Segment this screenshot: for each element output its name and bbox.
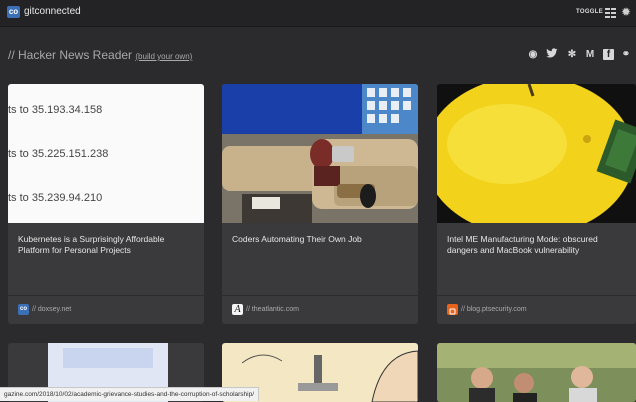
medium-icon[interactable]: M (584, 48, 596, 62)
article-source[interactable]: // doxsey.net (32, 306, 71, 313)
ip-row: ts to 35.225.151.238 (8, 133, 204, 178)
office-photo (222, 84, 418, 223)
github-icon[interactable]: ◉ (527, 48, 539, 62)
toggle-button[interactable]: TOGGLE (576, 9, 603, 15)
article-image[interactable] (437, 343, 636, 402)
atlantic-favicon: A (232, 304, 243, 315)
ip-text: ts to 35.193.34.158 (8, 104, 103, 116)
gear-icon[interactable]: ✹ (621, 6, 631, 18)
twitter-bird-shape (545, 48, 557, 58)
gitconnected-logo[interactable]: co (7, 6, 20, 18)
slack-icon[interactable]: ✻ (566, 48, 578, 62)
article-image[interactable] (222, 84, 418, 223)
ip-row: ts to 35.239.94.210 (8, 177, 204, 221)
link-icon[interactable]: ⚭ (620, 48, 632, 62)
status-bar-url: gazine.com/2018/10/02/academic-grievance… (0, 387, 260, 401)
top-bar: co gitconnected TOGGLE ✹ (0, 0, 636, 27)
doxsey-favicon: co (18, 304, 29, 315)
facebook-icon[interactable]: f (603, 49, 614, 60)
build-your-own-link[interactable]: (build your own) (135, 52, 192, 61)
blogger-icon (449, 308, 456, 315)
ip-text: ts to 35.239.94.210 (8, 192, 103, 204)
ip-text: ts to 35.225.151.238 (8, 148, 109, 160)
article-title[interactable]: Kubernetes is a Surprisingly Affordable … (18, 234, 194, 256)
card-divider (437, 295, 636, 296)
brand-name[interactable]: gitconnected (24, 6, 81, 17)
list-view-icon[interactable] (605, 8, 616, 18)
article-card[interactable] (437, 343, 636, 402)
card-divider (8, 295, 204, 296)
twitter-icon[interactable] (545, 48, 558, 62)
blogger-favicon (447, 304, 458, 315)
article-card[interactable]: Coders Automating Their Own Job A // the… (222, 84, 418, 324)
article-image[interactable] (437, 84, 636, 223)
page-title: // Hacker News Reader (build your own) (8, 48, 192, 62)
apple-chip-photo (437, 84, 636, 223)
article-card[interactable]: Intel ME Manufacturing Mode: obscured da… (437, 84, 636, 324)
article-source[interactable]: // blog.ptsecurity.com (461, 306, 527, 313)
card-divider (222, 295, 418, 296)
article-title[interactable]: Coders Automating Their Own Job (232, 234, 408, 245)
ip-row: ts to 35.193.34.158 (8, 89, 204, 134)
page-title-text: // Hacker News Reader (8, 48, 133, 62)
article-image[interactable]: ts to 35.193.34.158 ts to 35.225.151.238… (8, 84, 204, 223)
article-title[interactable]: Intel ME Manufacturing Mode: obscured da… (447, 234, 626, 256)
article-card[interactable]: ts to 35.193.34.158 ts to 35.225.151.238… (8, 84, 204, 324)
article-source[interactable]: // theatlantic.com (246, 306, 299, 313)
